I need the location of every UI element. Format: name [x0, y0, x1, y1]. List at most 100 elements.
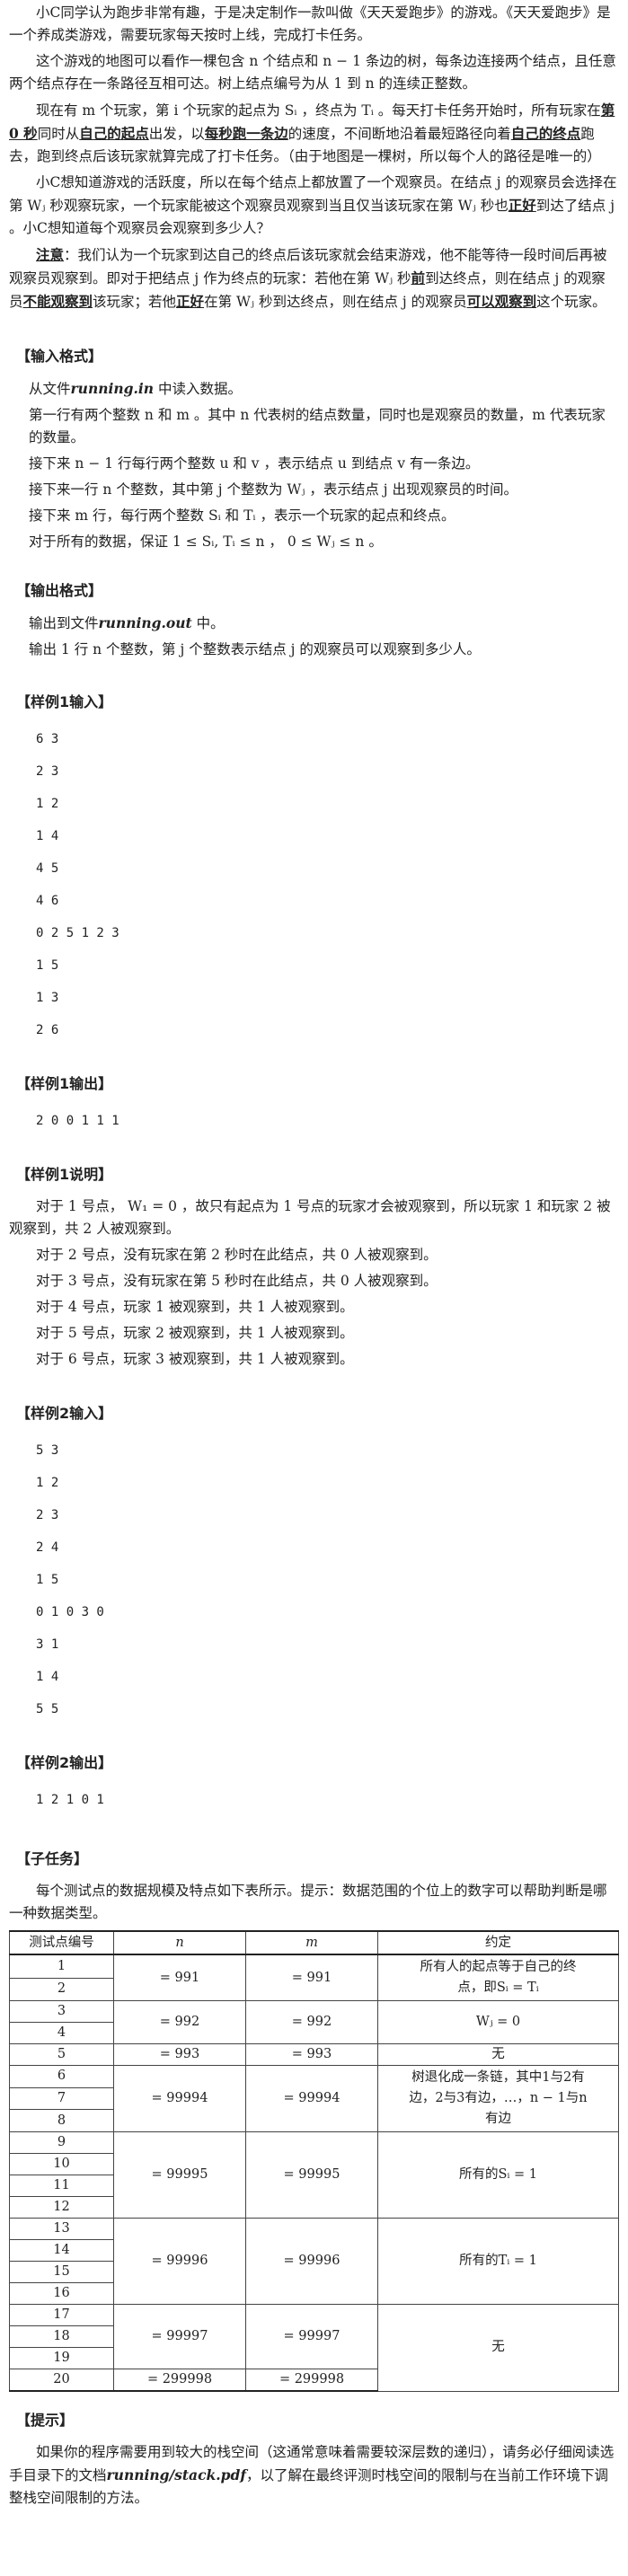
test-id: 16 [9, 2282, 114, 2305]
intro-paragraph-4: 小C想知道游戏的活跃度，所以在每个结点上都放置了一个观察员。在结点 j 的观察员… [9, 174, 617, 236]
test-id: 1 [9, 1954, 114, 1979]
table-row: 17 = 99997 = 99997 无 [9, 2304, 619, 2392]
test-id: 6 [9, 2065, 114, 2088]
explain-line: 对于 4 号点，玩家 1 被观察到，共 1 人被观察到。 [36, 1299, 354, 1315]
input-line-4: 接下来一行 n 个整数，其中第 j 个整数为 Wⱼ ，表示结点 j 出现观察员的… [29, 481, 518, 498]
sample-line: 4 5 [36, 861, 59, 876]
m-value: = 99994 [245, 2065, 378, 2132]
subtasks-table: 测试点编号 n m 约定 1 = 991 = 991 所有人的起点等于自己的终点… [9, 1930, 619, 2392]
header-m: m [245, 1930, 378, 1955]
input-line-5: 接下来 m 行，每行两个整数 Sᵢ 和 Tᵢ ，表示一个玩家的起点和终点。 [29, 507, 456, 524]
input-line-3: 接下来 n − 1 行每行两个整数 u 和 v ，表示结点 u 到结点 v 有一… [29, 455, 480, 472]
test-id: 11 [9, 2175, 114, 2197]
output-format-heading: 【输出格式】 [16, 582, 103, 599]
test-id: 10 [9, 2153, 114, 2175]
constraint: Wⱼ = 0 [377, 2000, 619, 2044]
intro-paragraph-3: 现在有 m 个玩家，第 i 个玩家的起点为 Sᵢ ，终点为 Tᵢ 。每天打卡任务… [9, 101, 615, 164]
test-id: 12 [9, 2196, 114, 2219]
output-file-line: 输出到文件running.out 中。 [29, 614, 225, 631]
table-row: 13 = 99996 = 99996 所有的Tᵢ = 1 [9, 2218, 619, 2305]
test-id: 5 [9, 2043, 114, 2066]
m-value: = 99996 [245, 2218, 378, 2305]
sample-line: 1 2 [36, 1476, 59, 1490]
test-id: 3 [9, 2000, 114, 2023]
sample1-input-block: 6 3 2 3 1 2 1 4 4 5 4 6 0 2 5 1 2 3 1 5 … [9, 723, 619, 1046]
sample-line: 5 3 [36, 1443, 59, 1458]
test-id: 14 [9, 2239, 114, 2262]
table-row: 5 = 993 = 993 无 [9, 2043, 619, 2066]
sample1-output-heading: 【样例1输出】 [16, 1075, 113, 1092]
test-id: 13 [9, 2218, 114, 2240]
test-id: 17 [9, 2304, 114, 2326]
sample-line: 4 6 [36, 894, 59, 908]
test-id: 15 [9, 2261, 114, 2283]
subtasks-description: 每个测试点的数据规模及特点如下表所示。提示：数据范围的个位上的数字可以帮助判断是… [9, 1883, 607, 1921]
hint-heading: 【提示】 [16, 2412, 75, 2429]
header-test-id: 测试点编号 [9, 1930, 114, 1955]
test-id: 8 [9, 2109, 114, 2132]
sample-line: 0 2 5 1 2 3 [36, 926, 119, 940]
header-constraint: 约定 [377, 1930, 619, 1955]
sample-line: 1 5 [36, 958, 59, 973]
m-value: = 299998 [245, 2369, 378, 2392]
output-line-2: 输出 1 行 n 个整数，第 j 个整数表示结点 j 的观察员可以观察到多少人。 [29, 641, 481, 657]
input-file-line: 从文件running.in 中读入数据。 [29, 380, 242, 397]
sample-line: 2 0 0 1 1 1 [36, 1114, 119, 1128]
subtasks-heading: 【子任务】 [16, 1850, 89, 1867]
sample-line: 2 3 [36, 1508, 59, 1522]
sample2-output-block: 1 2 1 0 1 [9, 1784, 619, 1816]
n-value: = 992 [113, 2000, 246, 2044]
test-id: 20 [9, 2369, 114, 2392]
table-row: 1 = 991 = 991 所有人的起点等于自己的终点，即Sᵢ = Tᵢ [9, 1954, 619, 2001]
n-value: = 99994 [113, 2065, 246, 2132]
sample-line: 1 5 [36, 1573, 59, 1587]
sample-line: 6 3 [36, 732, 59, 746]
input-line-2: 第一行有两个整数 n 和 m 。其中 n 代表树的结点数量，同时也是观察员的数量… [29, 407, 606, 446]
explain-line: 对于 5 号点，玩家 2 被观察到，共 1 人被观察到。 [36, 1325, 354, 1341]
sample2-input-heading: 【样例2输入】 [16, 1405, 113, 1422]
table-header-row: 测试点编号 n m 约定 [9, 1930, 619, 1955]
hint-paragraph: 如果你的程序需要用到较大的栈空间（这通常意味着需要较深层数的递归），请务必仔细阅… [9, 2444, 615, 2506]
sample1-output-block: 2 0 0 1 1 1 [9, 1105, 619, 1137]
sample-line: 2 3 [36, 764, 59, 779]
n-value: = 993 [113, 2043, 246, 2066]
sample1-input-heading: 【样例1输入】 [16, 693, 113, 710]
table-row: 6 = 99994 = 99994 树退化成一条链，其中1与2有边，2与3有边，… [9, 2065, 619, 2132]
sample-line: 1 4 [36, 1670, 59, 1684]
note-paragraph: 注意：我们认为一个玩家到达自己的终点后该玩家就会结束游戏，他不能等待一段时间后再… [9, 246, 607, 310]
test-id: 19 [9, 2347, 114, 2369]
test-id: 7 [9, 2086, 114, 2111]
test-id: 18 [9, 2325, 114, 2348]
sample2-input-block: 5 3 1 2 2 3 2 4 1 5 0 1 0 3 0 3 1 1 4 5 … [9, 1434, 619, 1725]
sample1-explain-heading: 【样例1说明】 [16, 1166, 113, 1183]
sample-line: 1 3 [36, 991, 59, 1005]
sample-line: 1 2 [36, 797, 59, 811]
n-value: = 99995 [113, 2131, 246, 2219]
m-value: = 992 [245, 2000, 378, 2044]
test-id: 2 [9, 1977, 114, 2001]
intro-paragraph-2: 这个游戏的地图可以看作一棵包含 n 个结点和 n − 1 条边的树，每条边连接两… [9, 53, 616, 92]
explain-line: 对于 2 号点，没有玩家在第 2 秒时在此结点，共 0 人被观察到。 [36, 1247, 438, 1263]
m-value: = 99995 [245, 2131, 378, 2219]
table-row: 9 = 99995 = 99995 所有的Sᵢ = 1 [9, 2131, 619, 2219]
n-value: = 299998 [113, 2369, 246, 2392]
constraint: 无 [377, 2043, 619, 2066]
constraint: 树退化成一条链，其中1与2有边，2与3有边，…，n − 1与n有边 [377, 2065, 619, 2132]
constraint: 所有人的起点等于自己的终点，即Sᵢ = Tᵢ [377, 1954, 619, 2001]
constraint: 无 [377, 2304, 619, 2392]
sample-line: 5 5 [36, 1702, 59, 1716]
constraint: 所有的Sᵢ = 1 [377, 2131, 619, 2219]
m-value: = 993 [245, 2043, 378, 2066]
n-value: = 99997 [113, 2304, 246, 2369]
sample-line: 0 1 0 3 0 [36, 1605, 104, 1619]
input-line-6: 对于所有的数据，保证 1 ≤ Sᵢ, Tᵢ ≤ n ， 0 ≤ Wⱼ ≤ n 。 [29, 534, 383, 550]
explain-line: 对于 6 号点，玩家 3 被观察到，共 1 人被观察到。 [36, 1351, 354, 1367]
n-value: = 99996 [113, 2218, 246, 2305]
header-n: n [113, 1930, 246, 1955]
table-row: 3 = 992 = 992 Wⱼ = 0 [9, 2000, 619, 2044]
m-value: = 991 [245, 1954, 378, 2001]
test-id: 4 [9, 2022, 114, 2044]
explain-line: 对于 3 号点，没有玩家在第 5 秒时在此结点，共 0 人被观察到。 [36, 1273, 438, 1289]
m-value: = 99997 [245, 2304, 378, 2369]
sample-line: 3 1 [36, 1637, 59, 1652]
